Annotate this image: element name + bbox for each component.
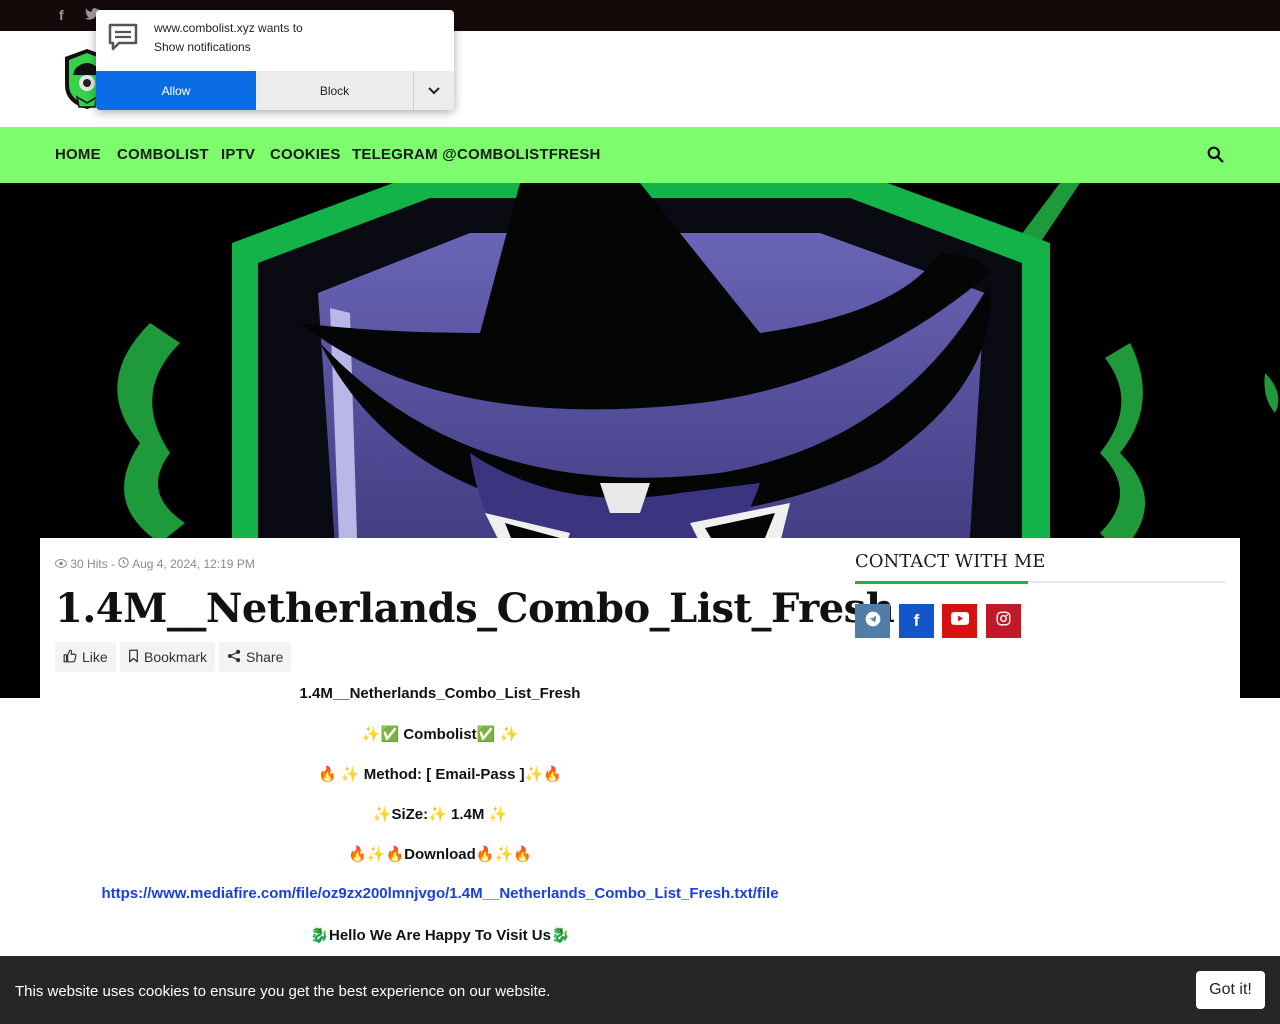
notification-request-text: Show notifications	[154, 40, 251, 54]
telegram-button[interactable]	[855, 604, 890, 638]
share-button[interactable]: Share	[219, 642, 292, 672]
notification-permission-popup: www.combolist.xyz wants to Show notifica…	[96, 10, 454, 110]
nav-item-iptv[interactable]: IPTV	[221, 146, 255, 163]
youtube-icon	[950, 612, 969, 630]
telegram-icon	[865, 611, 881, 632]
nav-item-cookies[interactable]: COOKIES	[270, 146, 341, 163]
sidebar-underline-accent	[855, 581, 1028, 584]
download-link[interactable]: https://www.mediafire.com/file/oz9zx200l…	[0, 885, 880, 902]
post-body-download: 🔥✨🔥Download🔥✨🔥	[348, 846, 532, 863]
cookie-message: This website uses cookies to ensure you …	[15, 983, 551, 1000]
instagram-button[interactable]	[986, 604, 1021, 638]
bookmark-icon	[128, 649, 139, 666]
post-body-method: 🔥 ✨ Method: [ Email-Pass ]✨🔥	[318, 766, 562, 783]
thumbs-up-icon	[63, 649, 77, 666]
sidebar-title: CONTACT WITH ME	[855, 551, 1046, 572]
allow-button[interactable]: Allow	[96, 71, 256, 110]
chevron-down-icon	[428, 82, 440, 100]
post-body-hello: 🐉Hello We Are Happy To Visit Us🐉	[310, 927, 570, 944]
clock-icon	[118, 557, 132, 571]
search-icon[interactable]	[1207, 146, 1224, 168]
main-nav: HOME COMBOLIST IPTV COOKIES TELEGRAM @CO…	[0, 127, 1280, 183]
facebook-icon[interactable]: f	[59, 7, 64, 23]
post-title: 1.4M__Netherlands_Combo_List_Fresh	[55, 585, 895, 632]
nav-item-telegram[interactable]: TELEGRAM @COMBOLISTFRESH	[352, 146, 601, 163]
nav-item-home[interactable]: HOME	[55, 146, 101, 163]
post-body-combolist: ✨✅ Combolist✅ ✨	[361, 726, 519, 743]
post-date: Aug 4, 2024, 12:19 PM	[132, 557, 255, 571]
meta-separator: -	[111, 557, 116, 571]
post-meta: 30 Hits - Aug 4, 2024, 12:19 PM	[54, 557, 255, 571]
facebook-icon: f	[913, 611, 920, 630]
like-label: Like	[82, 649, 108, 665]
bookmark-button[interactable]: Bookmark	[120, 642, 216, 672]
facebook-button[interactable]: f	[899, 604, 934, 638]
instagram-icon	[996, 611, 1011, 631]
post-hits: 30 Hits	[70, 557, 108, 571]
chat-bubble-icon	[107, 22, 139, 57]
notification-site-text: www.combolist.xyz wants to	[154, 21, 303, 35]
post-body-heading: 1.4M__Netherlands_Combo_List_Fresh	[299, 685, 581, 702]
post-body-size: ✨SiZe:✨ 1.4M ✨	[372, 806, 508, 823]
eye-icon	[54, 557, 70, 571]
bookmark-label: Bookmark	[144, 649, 208, 665]
youtube-button[interactable]	[942, 604, 977, 638]
cookie-accept-button[interactable]: Got it!	[1196, 971, 1265, 1009]
share-label: Share	[246, 649, 284, 665]
nav-item-combolist[interactable]: COMBOLIST	[117, 146, 209, 163]
notification-more-button[interactable]	[414, 71, 454, 110]
sidebar-title-underline	[855, 581, 1225, 584]
like-button[interactable]: Like	[55, 642, 116, 672]
block-button[interactable]: Block	[256, 71, 414, 110]
cookie-bar: This website uses cookies to ensure you …	[0, 956, 1280, 1024]
share-icon	[227, 649, 241, 666]
